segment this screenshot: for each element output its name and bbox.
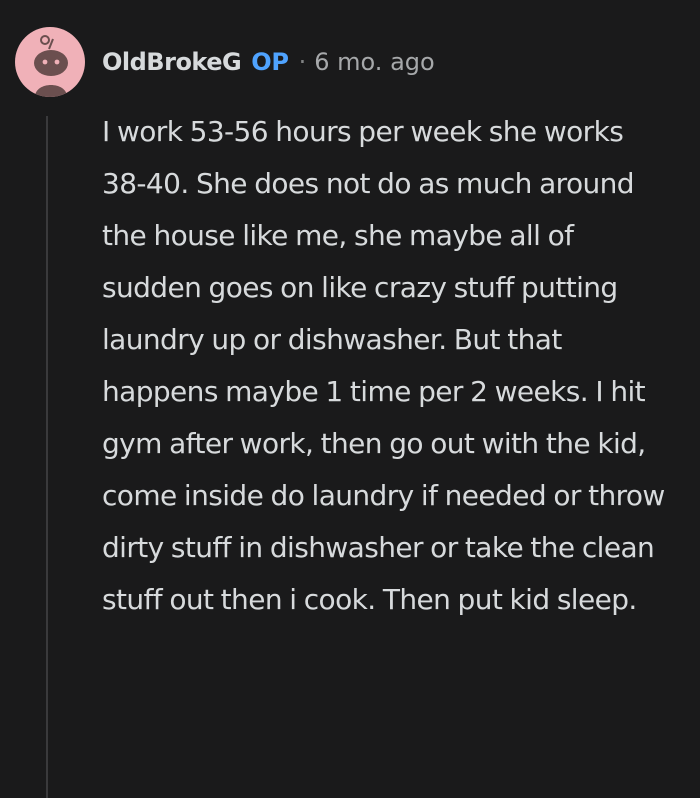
op-badge: OP xyxy=(251,48,289,76)
comment-header: OldBrokeG OP · 6 mo. ago xyxy=(102,46,435,78)
meta-separator: · xyxy=(298,48,307,76)
comment-timestamp[interactable]: 6 mo. ago xyxy=(314,48,434,76)
user-avatar[interactable] xyxy=(15,27,85,97)
thread-collapse-line[interactable] xyxy=(46,116,48,798)
comment-body: I work 53-56 hours per week she works 38… xyxy=(102,115,665,616)
author-username[interactable]: OldBrokeG xyxy=(102,48,242,76)
reddit-snoo-icon xyxy=(34,35,68,97)
